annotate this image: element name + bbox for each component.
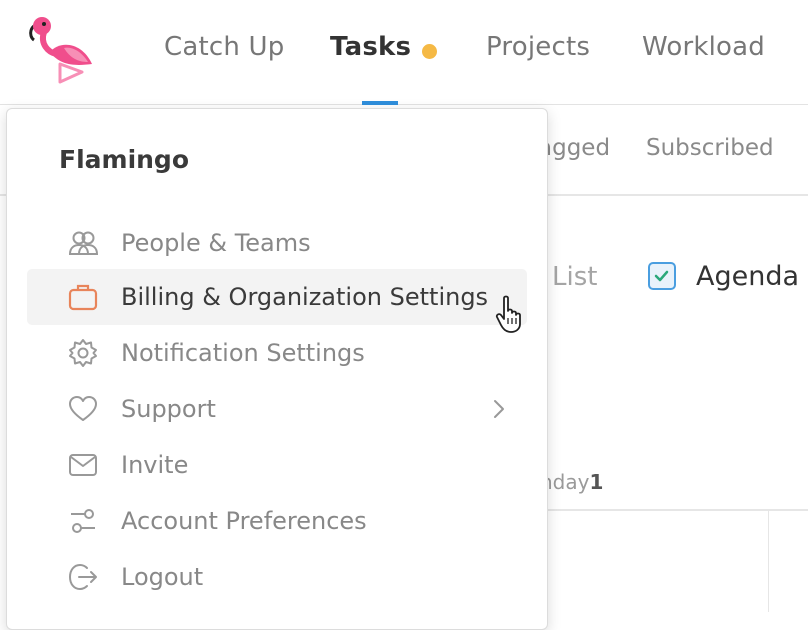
menu-item-account-preferences[interactable]: Account Preferences [27,493,527,549]
top-nav-bar: Catch Up Tasks Projects Workload [0,0,808,105]
sliders-icon [71,509,95,533]
tasks-notification-dot [422,44,437,59]
envelope-icon [69,454,97,476]
menu-item-support[interactable]: Support [27,381,527,437]
menu-item-label: Account Preferences [121,507,367,535]
menu-item-label: Notification Settings [121,339,365,367]
calendar-day-number: 1 [589,470,604,494]
chevron-right-icon [494,400,504,418]
menu-item-label: Invite [121,451,189,479]
check-icon [654,270,669,282]
menu-item-label: People & Teams [121,229,311,257]
agenda-checkbox-icon[interactable] [648,262,676,290]
nav-tab-workload[interactable]: Workload [642,32,765,62]
menu-item-invite[interactable]: Invite [27,437,527,493]
view-agenda-option[interactable]: Agenda [696,261,799,292]
gear-icon [69,339,97,367]
menu-item-people-teams[interactable]: People & Teams [27,215,527,271]
menu-item-label: Support [121,395,216,423]
organization-dropdown-menu: Flamingo People & Teams Billing & Organi… [6,108,548,630]
menu-item-label: Billing & Organization Settings [121,283,489,311]
calendar-column-divider [768,511,769,612]
menu-item-logout[interactable]: Logout [27,549,527,605]
hand-pointer-cursor-icon [495,295,521,333]
nav-tab-projects[interactable]: Projects [486,32,590,62]
nav-tab-tasks[interactable]: Tasks [330,32,411,62]
menu-item-label: Logout [121,563,204,591]
view-list-option[interactable]: List [552,262,597,292]
subtab-subscribed[interactable]: Subscribed [646,135,774,161]
heart-icon [69,396,97,421]
briefcase-icon [68,284,98,311]
menu-org-title: Flamingo [59,145,190,174]
logout-icon [68,563,97,591]
subtab-flagged[interactable]: agged [538,135,610,161]
menu-item-notification-settings[interactable]: Notification Settings [27,325,527,381]
flamingo-logo-icon[interactable] [26,14,96,86]
calendar-day-header: nday1 [540,470,603,494]
nav-tab-catch-up[interactable]: Catch Up [164,32,284,62]
menu-item-billing-settings[interactable]: Billing & Organization Settings [27,269,527,325]
people-icon [68,231,99,255]
